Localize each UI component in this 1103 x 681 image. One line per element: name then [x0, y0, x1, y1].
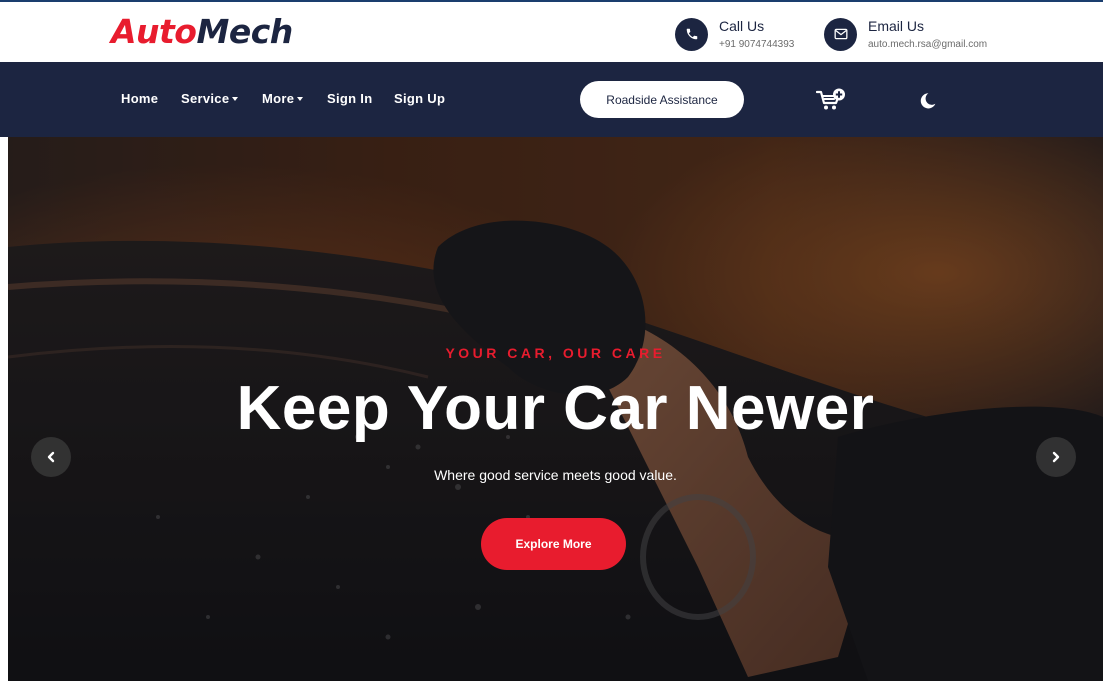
brand-logo-part2: Mech	[196, 12, 293, 51]
hero-carousel: YOUR CAR, OUR CARE Keep Your Car Newer W…	[8, 137, 1103, 681]
call-us-contact: Call Us +91 9074744393	[675, 14, 794, 54]
phone-icon	[675, 17, 708, 51]
nav-home[interactable]: Home	[121, 91, 158, 106]
brand-logo[interactable]: AutoMech	[111, 11, 293, 53]
nav-service-label: Service	[181, 91, 230, 106]
explore-more-button[interactable]: Explore More	[481, 518, 626, 570]
email-us-title: Email Us	[868, 17, 925, 34]
nav-more-dropdown[interactable]: More	[262, 91, 304, 106]
nav-sign-in[interactable]: Sign In	[327, 91, 372, 106]
nav-more-label: More	[262, 91, 295, 106]
caret-down-icon	[297, 97, 304, 101]
carousel-prev-button[interactable]	[31, 437, 71, 477]
cart-add-icon[interactable]	[815, 88, 846, 112]
top-header: AutoMech Call Us +91 9074744393 Email Us…	[0, 2, 1103, 62]
mail-icon	[824, 17, 857, 51]
hero-eyebrow: YOUR CAR, OUR CARE	[445, 345, 666, 361]
call-us-number[interactable]: +91 9074744393	[719, 38, 794, 52]
brand-logo-part1: Auto	[111, 12, 197, 51]
carousel-next-button[interactable]	[1036, 437, 1076, 477]
chevron-right-icon	[1052, 451, 1060, 463]
hero-subline: Where good service meets good value.	[434, 467, 677, 483]
moon-icon[interactable]	[917, 91, 937, 111]
nav-sign-up[interactable]: Sign Up	[394, 91, 445, 106]
chevron-left-icon	[47, 451, 55, 463]
caret-down-icon	[232, 97, 239, 101]
email-us-address[interactable]: auto.mech.rsa@gmail.com	[868, 38, 987, 52]
main-navbar: Home Service More Sign In Sign Up Roadsi…	[0, 62, 1103, 137]
hero-headline: Keep Your Car Newer	[236, 374, 875, 443]
call-us-title: Call Us	[719, 17, 765, 34]
email-us-contact: Email Us auto.mech.rsa@gmail.com	[824, 14, 987, 54]
roadside-assistance-button[interactable]: Roadside Assistance	[580, 81, 744, 118]
nav-service-dropdown[interactable]: Service	[181, 91, 239, 106]
